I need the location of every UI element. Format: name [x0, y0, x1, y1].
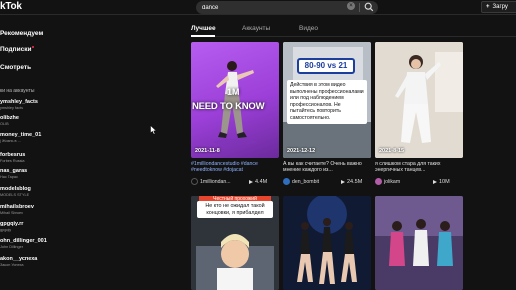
video-meta: 1milliondan... 4.4M: [191, 178, 279, 186]
video-thumbnail[interactable]: [283, 196, 371, 290]
video-card[interactable]: 1M NEED TO KNOW 2021-11-8 #1milliondance…: [191, 42, 279, 190]
mouse-cursor-icon: [150, 125, 157, 135]
author-name[interactable]: den_bombit: [292, 179, 319, 185]
tiktok-logo[interactable]: kTok: [0, 1, 22, 12]
account-subtitle: | Жизнь в ...: [0, 139, 21, 143]
account-name: ymshley_facts: [0, 99, 38, 105]
video-card[interactable]: Честный прохожий Не кто не ожидал такой …: [191, 196, 279, 290]
video-thumbnail[interactable]: 2021-8-15: [375, 42, 463, 158]
account-subtitle: OLIB: [0, 122, 9, 126]
video-caption[interactable]: #1milliondancestudio #dance #needtoknow …: [191, 161, 281, 174]
play-icon: [341, 179, 345, 184]
avatar[interactable]: [191, 178, 198, 185]
video-card[interactable]: [283, 196, 371, 290]
account-name: nas_garas: [0, 168, 28, 174]
play-icon: [433, 179, 437, 184]
dancers-figure: [283, 196, 371, 290]
notification-dot: [32, 46, 35, 48]
tab-videos[interactable]: Видео: [299, 25, 318, 32]
nav-following[interactable]: Подписки: [0, 46, 35, 53]
search-divider: [359, 3, 360, 12]
account-subtitle: MODELS STYLE: [0, 193, 30, 197]
author-name[interactable]: jolikam: [384, 179, 400, 185]
account-name: ohn_dillinger_001: [0, 238, 47, 244]
video-caption[interactable]: А вы как считаете? Очень важно мнение ка…: [283, 161, 373, 174]
account-item[interactable]: forbesrus Forbes Russia: [0, 152, 25, 163]
account-subtitle: Forbes Russia: [0, 159, 25, 163]
account-name: money_time_01: [0, 132, 42, 138]
video-card[interactable]: 80-90 vs 21 Действия в этом видео выполн…: [283, 42, 371, 190]
account-subtitle: Mihail Sbroev: [0, 211, 24, 215]
overlay-title: NEED TO KNOW: [192, 101, 265, 112]
account-item[interactable]: modelsblog MODELS STYLE: [0, 186, 31, 197]
author-name[interactable]: 1milliondan...: [200, 179, 231, 185]
video-meta: jolikam 10M: [375, 178, 463, 186]
active-tab-indicator: [191, 35, 215, 37]
search-icon[interactable]: [364, 2, 374, 12]
video-badge: 80-90 vs 21: [297, 58, 355, 74]
video-card[interactable]: 2021-8-15 я слишком стара для таких энер…: [375, 42, 463, 190]
video-thumbnail[interactable]: Честный прохожий Не кто не ожидал такой …: [191, 196, 279, 290]
account-item[interactable]: olibzhe OLIB: [0, 115, 19, 126]
tab-top[interactable]: Лучшее: [191, 25, 216, 32]
following-accounts-title: ки на аккаунты: [0, 88, 35, 94]
video-date: 2021-11-8: [195, 148, 220, 154]
dancer-figure: [213, 61, 257, 145]
dancers-figure: [375, 196, 463, 290]
video-thumbnail[interactable]: [375, 196, 463, 290]
dancer-figure: [375, 42, 463, 158]
account-subtitle: John Dillinger: [0, 245, 24, 249]
warning-text: Действия в этом видео выполнены професси…: [287, 80, 367, 124]
tabs-divider: [191, 36, 516, 37]
clear-search-icon[interactable]: ×: [347, 2, 355, 10]
view-count: 24.5M: [347, 179, 363, 185]
account-item[interactable]: gpgqiy.rr gpgqiy: [0, 221, 23, 232]
overlay-1m: 1M: [227, 87, 240, 97]
nav-for-you-label: Рекомендуем: [0, 30, 44, 37]
nav-live-label: Смотреть: [0, 64, 32, 71]
nav-for-you[interactable]: Рекомендуем: [0, 30, 43, 37]
plus-icon: +: [486, 4, 490, 10]
video-card[interactable]: [375, 196, 463, 290]
play-icon: [249, 179, 253, 184]
account-subtitle: Закон Успеха: [0, 263, 24, 267]
account-subtitle: ymshley facts: [0, 106, 23, 110]
avatar[interactable]: [283, 178, 290, 185]
account-item[interactable]: nas_garas Нас Гарас: [0, 168, 27, 179]
sidebar: Рекомендуем Подписки Смотреть ки на акка…: [0, 16, 150, 290]
view-count: 10M: [439, 179, 450, 185]
upload-label: Загру: [492, 4, 508, 10]
account-name: modelsblog: [0, 186, 31, 192]
video-date: 2021-8-15: [379, 148, 405, 154]
upload-button[interactable]: + Загру: [481, 1, 516, 13]
avatar[interactable]: [375, 178, 382, 185]
account-item[interactable]: ymshley_facts ymshley facts: [0, 99, 38, 110]
tab-accounts[interactable]: Аккаунты: [242, 25, 270, 32]
hashtags[interactable]: #1milliondancestudio #dance #needtoknow …: [191, 161, 258, 173]
video-thumbnail[interactable]: 80-90 vs 21 Действия в этом видео выполн…: [283, 42, 371, 158]
video-date: 2021-12-12: [287, 148, 316, 154]
account-name: mihailsbroev: [0, 204, 34, 210]
account-item[interactable]: money_time_01 | Жизнь в ...: [0, 132, 41, 143]
account-name: olibzhe: [0, 115, 19, 121]
account-name: akon__успеха: [0, 256, 38, 262]
account-item[interactable]: akon__успеха Закон Успеха: [0, 256, 37, 267]
video-meta: den_bombit 24.5M: [283, 178, 371, 186]
account-subtitle: gpgqiy: [0, 228, 12, 232]
nav-live[interactable]: Смотреть: [0, 64, 31, 71]
view-count: 4.4M: [255, 179, 268, 185]
video-thumbnail[interactable]: 1M NEED TO KNOW 2021-11-8: [191, 42, 279, 158]
account-item[interactable]: ohn_dillinger_001 John Dillinger: [0, 238, 47, 249]
account-item[interactable]: mihailsbroev Mihail Sbroev: [0, 204, 34, 215]
top-bar: kTok × +Загру: [0, 0, 516, 15]
video-caption[interactable]: я слишком стара для таких энергичных тан…: [375, 161, 465, 174]
search-input[interactable]: [202, 2, 342, 13]
account-name: gpgqiy.rr: [0, 221, 24, 227]
account-name: forbesrus: [0, 152, 26, 158]
overlay-caption: Не кто не ожидал такой концовки, я приба…: [197, 201, 273, 218]
account-subtitle: Нас Гарас: [0, 175, 18, 179]
nav-following-label: Подписки: [0, 46, 32, 53]
